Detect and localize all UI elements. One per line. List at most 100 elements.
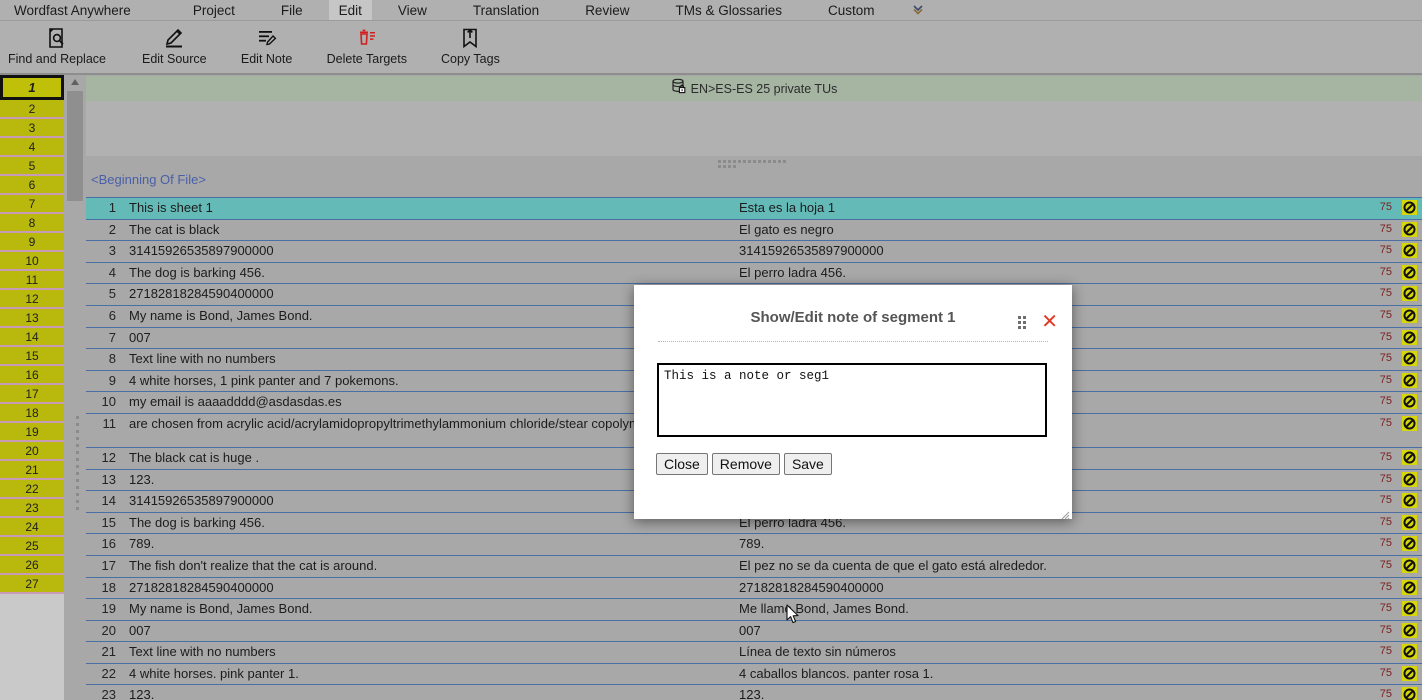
target-cell[interactable]: 789. — [732, 534, 1364, 555]
note-disabled-icon[interactable] — [1396, 534, 1422, 555]
scrollbar-thumb[interactable] — [67, 91, 83, 201]
scroll-up-arrow-icon[interactable] — [64, 75, 86, 89]
note-disabled-icon[interactable] — [1396, 556, 1422, 577]
note-disabled-icon[interactable] — [1396, 306, 1422, 327]
target-cell[interactable]: 27182818284590400000 — [732, 578, 1364, 599]
table-row[interactable]: 17 The fish don't realize that the cat is… — [86, 556, 1422, 578]
segment-button-14[interactable]: 14 — [0, 328, 64, 347]
segment-button-20[interactable]: 20 — [0, 442, 64, 461]
menu-item-wordfast-anywhere[interactable]: Wordfast Anywhere — [0, 0, 157, 20]
source-cell[interactable]: 31415926535897900000 — [122, 241, 732, 262]
table-row[interactable]: 4 The dog is barking 456. El perro ladra 4… — [86, 263, 1422, 285]
segment-button-5[interactable]: 5 — [0, 157, 64, 176]
chevron-double-down-icon[interactable] — [903, 2, 933, 19]
segment-button-12[interactable]: 12 — [0, 290, 64, 309]
note-disabled-icon[interactable] — [1396, 349, 1422, 370]
segment-button-11[interactable]: 11 — [0, 271, 64, 290]
source-cell[interactable]: 4 white horses. pink panter 1. — [122, 664, 732, 685]
segment-button-16[interactable]: 16 — [0, 366, 64, 385]
segment-button-1[interactable]: 1 — [0, 75, 64, 100]
segment-number-strip[interactable]: 1 2 3 4 5 6 7 8 9 10 11 12 13 14 15 16 17 18 19 20 21 22 23 24 2… — [0, 75, 64, 700]
close-x-icon[interactable]: ✕ — [1041, 312, 1058, 332]
segment-button-4[interactable]: 4 — [0, 138, 64, 157]
table-row[interactable]: 1 This is sheet 1 Esta es la hoja 1 75 — [86, 198, 1422, 220]
delete-targets-button[interactable]: Delete Targets — [319, 21, 415, 66]
target-cell[interactable]: 4 caballos blancos. panter rosa 1. — [732, 664, 1364, 685]
table-row[interactable]: 20 007 007 75 — [86, 621, 1422, 643]
segment-strip-scrollbar[interactable] — [64, 75, 86, 700]
target-cell[interactable]: Línea de texto sin números — [732, 642, 1364, 663]
note-disabled-icon[interactable] — [1396, 685, 1422, 700]
remove-button[interactable]: Remove — [711, 453, 780, 475]
table-row[interactable]: 19 My name is Bond, James Bond. Me llamo B… — [86, 599, 1422, 621]
note-disabled-icon[interactable] — [1396, 371, 1422, 392]
table-row[interactable]: 18 27182818284590400000 271828182845904000… — [86, 578, 1422, 600]
menu-item-custom[interactable]: Custom — [818, 0, 885, 20]
segment-button-22[interactable]: 22 — [0, 480, 64, 499]
source-cell[interactable]: 123. — [122, 685, 732, 700]
table-row[interactable]: 16 789. 789. 75 — [86, 534, 1422, 556]
note-disabled-icon[interactable] — [1396, 241, 1422, 262]
menu-item-review[interactable]: Review — [575, 0, 639, 20]
source-cell[interactable]: The dog is barking 456. — [122, 263, 732, 284]
target-cell[interactable]: El pez no se da cuenta de que el gato es… — [732, 556, 1364, 577]
table-row[interactable]: 21 Text line with no numbers Línea de text… — [86, 642, 1422, 664]
note-disabled-icon[interactable] — [1396, 513, 1422, 534]
segment-button-8[interactable]: 8 — [0, 214, 64, 233]
segment-button-26[interactable]: 26 — [0, 556, 64, 575]
dialog-resize-handle[interactable] — [1060, 507, 1070, 520]
segment-button-18[interactable]: 18 — [0, 404, 64, 423]
target-cell[interactable]: El gato es negro — [732, 220, 1364, 241]
segment-button-25[interactable]: 25 — [0, 537, 64, 556]
drag-grip-icon[interactable] — [1017, 315, 1029, 329]
find-and-replace-button[interactable]: Find and Replace — [0, 21, 114, 66]
note-disabled-icon[interactable] — [1396, 664, 1422, 685]
segment-button-17[interactable]: 17 — [0, 385, 64, 404]
note-disabled-icon[interactable] — [1396, 599, 1422, 620]
table-row[interactable]: 2 The cat is black El gato es negro 75 — [86, 220, 1422, 242]
segment-button-21[interactable]: 21 — [0, 461, 64, 480]
source-cell[interactable]: The cat is black — [122, 220, 732, 241]
note-disabled-icon[interactable] — [1396, 448, 1422, 469]
segment-button-9[interactable]: 9 — [0, 233, 64, 252]
horizontal-splitter-handle[interactable] — [86, 157, 1422, 170]
note-disabled-icon[interactable] — [1396, 284, 1422, 305]
target-cell[interactable]: Me llamo Bond, James Bond. — [732, 599, 1364, 620]
source-cell[interactable]: 27182818284590400000 — [122, 578, 732, 599]
copy-tags-button[interactable]: Copy Tags — [433, 21, 508, 66]
note-disabled-icon[interactable] — [1396, 642, 1422, 663]
note-disabled-icon[interactable] — [1396, 578, 1422, 599]
menu-item-file[interactable]: File — [271, 0, 313, 20]
source-cell[interactable]: Text line with no numbers — [122, 642, 732, 663]
segment-button-6[interactable]: 6 — [0, 176, 64, 195]
target-cell[interactable]: 31415926535897900000 — [732, 241, 1364, 262]
note-disabled-icon[interactable] — [1396, 491, 1422, 512]
segment-button-10[interactable]: 10 — [0, 252, 64, 271]
target-cell[interactable]: Esta es la hoja 1 — [732, 198, 1364, 219]
edit-source-button[interactable]: Edit Source — [134, 21, 215, 66]
table-row[interactable]: 22 4 white horses. pink panter 1. 4 caball… — [86, 664, 1422, 686]
note-disabled-icon[interactable] — [1396, 414, 1422, 447]
note-disabled-icon[interactable] — [1396, 198, 1422, 219]
note-disabled-icon[interactable] — [1396, 392, 1422, 413]
segment-button-2[interactable]: 2 — [0, 100, 64, 119]
note-disabled-icon[interactable] — [1396, 621, 1422, 642]
table-row[interactable]: 3 31415926535897900000 3141592653589790000… — [86, 241, 1422, 263]
menu-item-edit[interactable]: Edit — [328, 0, 372, 20]
note-disabled-icon[interactable] — [1396, 470, 1422, 491]
source-cell[interactable]: 007 — [122, 621, 732, 642]
menu-item-project[interactable]: Project — [183, 0, 245, 20]
segment-button-24[interactable]: 24 — [0, 518, 64, 537]
target-cell[interactable]: 007 — [732, 621, 1364, 642]
edit-note-button[interactable]: Edit Note — [233, 21, 301, 66]
tm-status-bar[interactable]: EN>ES-ES 25 private TUs — [86, 76, 1422, 101]
menu-item-tms-glossaries[interactable]: TMs & Glossaries — [665, 0, 792, 20]
source-cell[interactable]: This is sheet 1 — [122, 198, 732, 219]
segment-button-13[interactable]: 13 — [0, 309, 64, 328]
note-disabled-icon[interactable] — [1396, 263, 1422, 284]
segment-button-27[interactable]: 27 — [0, 575, 64, 594]
target-cell[interactable]: El perro ladra 456. — [732, 263, 1364, 284]
source-cell[interactable]: The fish don't realize that the cat is a… — [122, 556, 732, 577]
source-cell[interactable]: My name is Bond, James Bond. — [122, 599, 732, 620]
menu-item-translation[interactable]: Translation — [463, 0, 549, 20]
